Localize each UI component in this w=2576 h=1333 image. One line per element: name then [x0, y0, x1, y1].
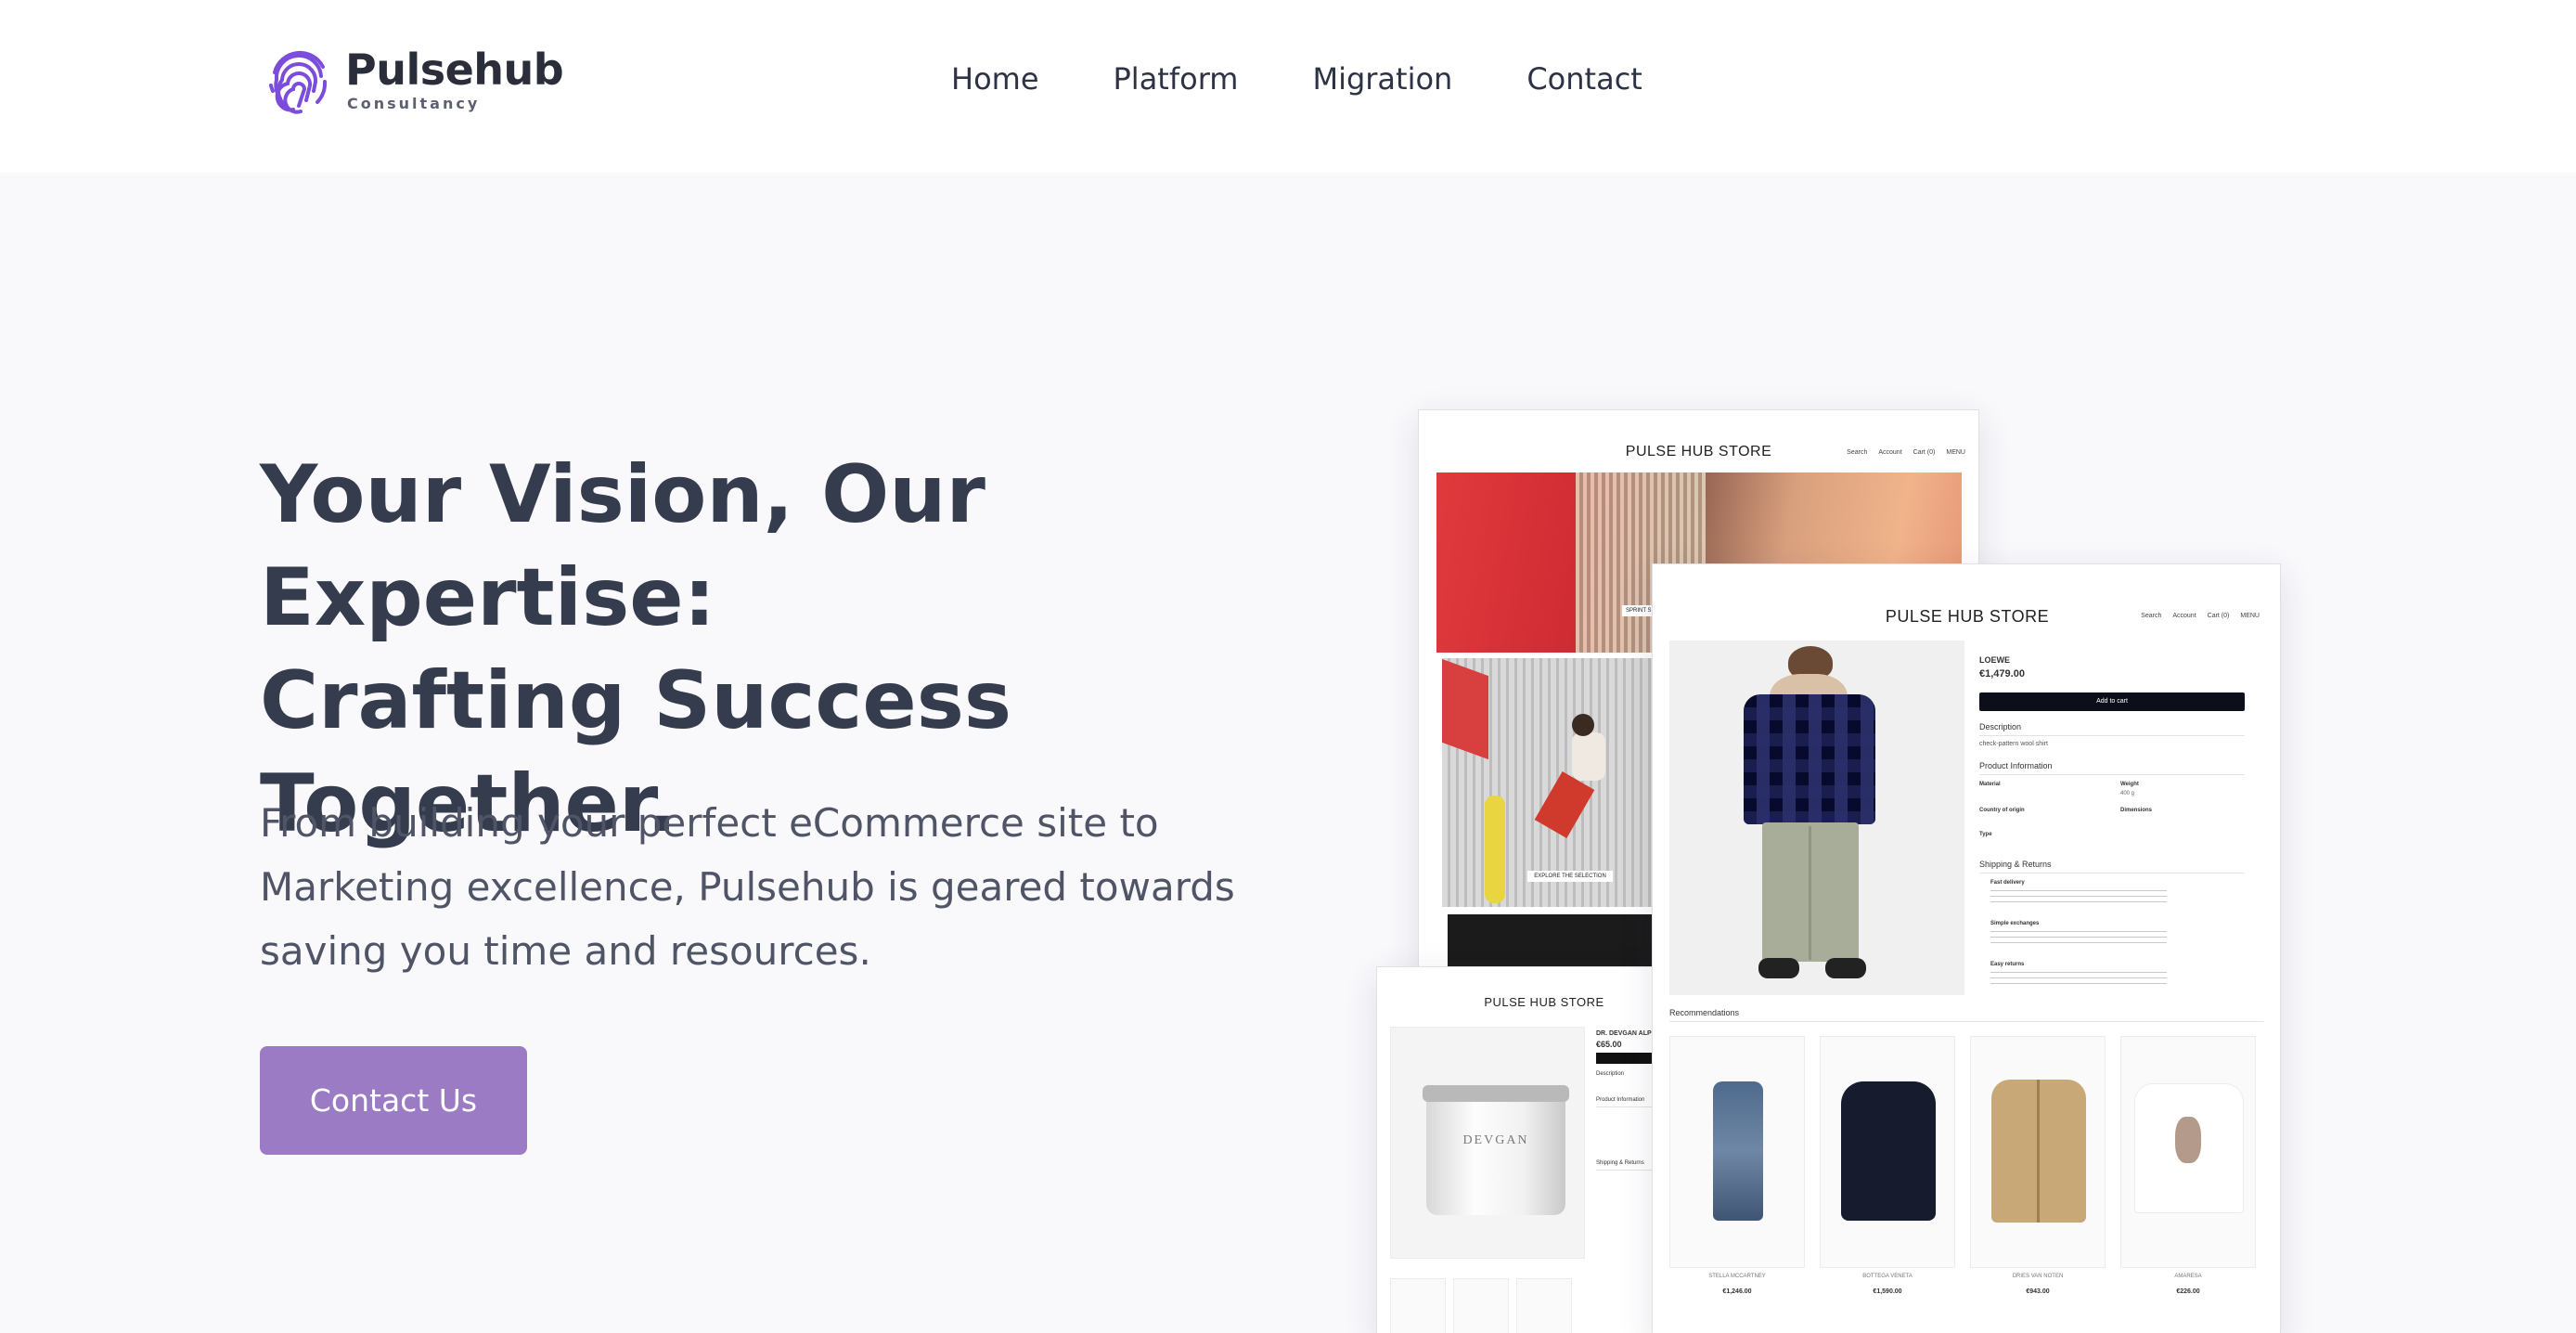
product-price: €1,479.00 — [1979, 668, 2025, 679]
store-link-menu: MENU — [1946, 449, 1965, 456]
shipping-heading: Shipping & Returns — [1979, 860, 2052, 869]
fingerprint-icon — [269, 50, 328, 114]
info-dimensions: Dimensions — [2120, 808, 2153, 813]
shipping-easy-returns: Easy returns — [1990, 962, 2025, 967]
rec-price-1: €1,246.00 — [1722, 1288, 1752, 1295]
shipping-simple-exchanges: Simple exchanges — [1990, 921, 2040, 926]
store-links: Search Account Cart (0) MENU — [1835, 449, 1965, 456]
rec-brand-3: DRIES VAN NOTEN — [2012, 1274, 2064, 1279]
rec-card-sweater — [1820, 1036, 1955, 1268]
nav-item-contact[interactable]: Contact — [1526, 61, 1642, 97]
info-heading: Product Information — [1979, 761, 2053, 770]
info-type: Type — [1979, 832, 1992, 837]
store-link-search: Search — [2141, 613, 2162, 619]
thumb-3 — [1516, 1278, 1572, 1333]
explore-selection-button: EXPLORE THE SELECTION — [1527, 871, 1613, 882]
site-header: Pulsehub Consultancy Home Platform Migra… — [0, 0, 2576, 173]
nav-item-platform[interactable]: Platform — [1114, 61, 1239, 97]
shipping-heading: Shipping & Returns — [1596, 1160, 1644, 1166]
product-price: €65.00 — [1596, 1040, 1622, 1049]
description-heading: Description — [1979, 722, 2022, 731]
brand-logo[interactable]: Pulsehub Consultancy — [264, 44, 564, 115]
store-link-cart: Cart (0) — [2207, 613, 2230, 619]
rec-card-jacket — [1970, 1036, 2106, 1268]
product-image — [1669, 641, 1964, 995]
nav-item-migration[interactable]: Migration — [1312, 61, 1452, 97]
info-weight-value: 400 g — [2120, 791, 2135, 796]
hero-subtitle: From building your perfect eCommerce sit… — [260, 800, 1235, 974]
rec-price-2: €1,590.00 — [1873, 1288, 1902, 1295]
brand-name: Pulsehub — [345, 44, 564, 95]
store-link-menu: MENU — [2240, 613, 2260, 619]
store-mockup-product: PULSE HUB STORE Search Account Cart (0) … — [1652, 563, 2281, 1333]
store-links: Search Account Cart (0) MENU — [2130, 613, 2260, 619]
main-nav: Home Platform Migration Contact — [951, 61, 1717, 97]
jar-label: DEVGAN — [1462, 1133, 1529, 1147]
store-link-search: Search — [1847, 449, 1868, 456]
brand-tagline: Consultancy — [347, 94, 481, 112]
rec-card-tshirt — [2120, 1036, 2256, 1268]
info-weight: Weight — [2120, 782, 2139, 787]
store-link-account: Account — [2172, 613, 2196, 619]
info-material: Material — [1979, 782, 2001, 787]
rec-price-3: €943.00 — [2026, 1288, 2050, 1295]
nav-item-home[interactable]: Home — [951, 61, 1039, 97]
add-to-cart-button: Add to cart — [1979, 692, 2245, 711]
product-brand: LOEWE — [1979, 655, 2010, 665]
store-header: PULSE HUB STORE Search Account Cart (0) … — [1419, 410, 1978, 466]
shipping-fast-delivery: Fast delivery — [1990, 880, 2025, 886]
description-heading: Description — [1596, 1071, 1625, 1077]
store-link-account: Account — [1878, 449, 1902, 456]
rec-brand-1: STELLA MCCARTNEY — [1708, 1274, 1766, 1279]
editorial-image: EXPLORE THE SELECTION — [1442, 658, 1654, 907]
contact-us-button[interactable]: Contact Us — [260, 1046, 527, 1155]
rec-price-4: €226.00 — [2176, 1288, 2200, 1295]
recommendations-heading: Recommendations — [1669, 1008, 1740, 1017]
description-text: check-pattern wool shirt — [1979, 741, 2048, 747]
rec-brand-2: BOTTEGA VENETA — [1862, 1274, 1913, 1279]
rec-card-dress — [1669, 1036, 1805, 1268]
rec-brand-4: AMARESA — [2174, 1274, 2202, 1279]
info-heading: Product Information — [1596, 1097, 1645, 1103]
thumb-1 — [1390, 1278, 1446, 1333]
jar-product-image: DEVGAN — [1390, 1027, 1585, 1259]
info-country: Country of origin — [1979, 808, 2025, 813]
thumb-2 — [1453, 1278, 1509, 1333]
store-link-cart: Cart (0) — [1913, 449, 1936, 456]
product-brand: DR. DEVGAN ALPH — [1596, 1030, 1656, 1037]
